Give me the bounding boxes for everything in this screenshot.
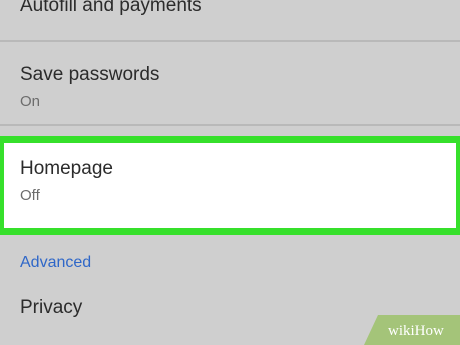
divider [0, 124, 460, 126]
homepage-status: Off [20, 187, 40, 204]
privacy-label: Privacy [20, 297, 83, 318]
save-passwords-status: On [20, 93, 41, 110]
settings-screen: Autofill and payments Save passwords On … [0, 0, 460, 345]
watermark-text: wikiHow [388, 323, 444, 339]
homepage-item[interactable]: Homepage Off [0, 136, 460, 235]
save-passwords-label: Save passwords [20, 64, 160, 85]
autofill-payments-item[interactable]: Autofill and payments [0, 0, 460, 40]
save-passwords-item[interactable]: Save passwords On [0, 42, 460, 122]
wikihow-watermark: wikiHow [364, 315, 460, 345]
homepage-label: Homepage [20, 158, 113, 179]
autofill-payments-label: Autofill and payments [20, 0, 202, 16]
advanced-section-header: Advanced [20, 254, 92, 271]
